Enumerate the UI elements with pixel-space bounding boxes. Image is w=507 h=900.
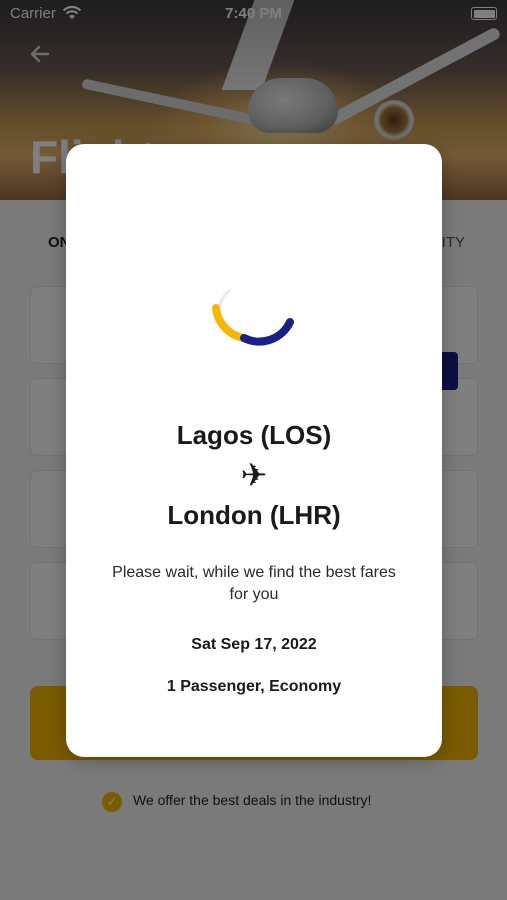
origin-city: Lagos (LOS) (176, 420, 332, 450)
departure-date: Sat Sep 17, 2022 (191, 636, 317, 653)
destination-city: London (LHR) (167, 500, 341, 530)
wait-message: Please wait, while we find the best fare… (112, 564, 396, 603)
passenger-summary: 1 Passenger, Economy (166, 678, 342, 695)
airplane-icon: ✈ (240, 457, 268, 493)
searching-dialog: Lagos (LOS) ✈ London (LHR) Please wait, … (66, 144, 442, 757)
loading-spinner-icon (212, 288, 294, 346)
